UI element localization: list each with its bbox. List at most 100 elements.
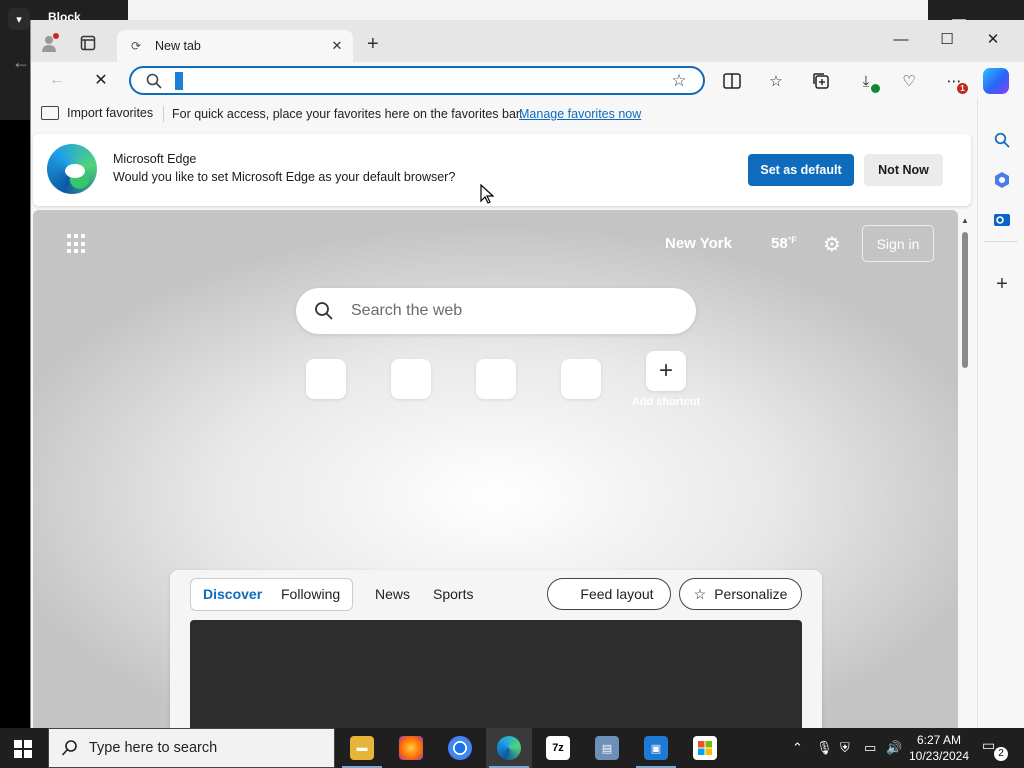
- notification-badge: 1: [957, 83, 968, 94]
- microsoft-store-icon[interactable]: [693, 736, 717, 760]
- settings-gear-icon[interactable]: ⚙: [823, 232, 841, 257]
- shortcut-tile[interactable]: [561, 359, 601, 399]
- volume-icon[interactable]: 🔊: [886, 740, 902, 756]
- notification-center-icon[interactable]: ▭ 2: [982, 737, 1008, 761]
- chevron-down-icon[interactable]: ▾: [8, 8, 30, 30]
- shortcut-tile[interactable]: [391, 359, 431, 399]
- add-sidebar-app-button[interactable]: +: [992, 273, 1012, 295]
- divider: [163, 106, 164, 122]
- web-search-box[interactable]: [296, 288, 696, 334]
- clock-date: 10/23/2024: [908, 749, 970, 763]
- network-icon[interactable]: ▭: [864, 740, 876, 756]
- temperature-unit: °F: [787, 235, 797, 245]
- weather-temperature[interactable]: 58°F: [771, 235, 797, 252]
- taskbar-search-text: Type here to search: [89, 740, 218, 756]
- default-browser-banner: Microsoft Edge Would you like to set Mic…: [33, 134, 971, 206]
- new-tab-button[interactable]: +: [367, 34, 379, 54]
- text-cursor: [175, 72, 183, 90]
- minimize-button[interactable]: —: [881, 26, 921, 52]
- scroll-thumb[interactable]: [962, 232, 968, 368]
- tab-new-tab[interactable]: ⟳ New tab ✕: [117, 30, 353, 62]
- add-shortcut-button[interactable]: +: [646, 351, 686, 391]
- taskbar: Type here to search ▬ 7z ▤ ▣ ⌃ 🎙 ⛨ ▭ 🔊 6…: [0, 728, 1024, 768]
- shortcut-tile[interactable]: [476, 359, 516, 399]
- remote-desktop-icon[interactable]: ▣: [636, 736, 676, 768]
- security-icon[interactable]: ⛨: [840, 740, 850, 756]
- weather-city[interactable]: New York: [665, 235, 732, 252]
- firefox-icon[interactable]: [399, 736, 423, 760]
- new-tab-page: New York 58°F ⚙ Sign in + Add shortcut D…: [33, 210, 958, 730]
- browser-essentials-icon[interactable]: ♡: [898, 70, 920, 92]
- outlook-icon[interactable]: [992, 210, 1012, 230]
- close-tab-icon[interactable]: ✕: [329, 38, 345, 54]
- add-favorite-star-icon[interactable]: ☆: [669, 71, 689, 91]
- shortcut-tile[interactable]: [306, 359, 346, 399]
- microphone-icon[interactable]: 🎙: [816, 740, 833, 756]
- stop-loading-button[interactable]: ✕: [87, 68, 115, 92]
- more-options-icon[interactable]: ⋯ 1: [943, 70, 968, 94]
- page-scrollbar[interactable]: ▲: [958, 210, 972, 730]
- tools-icon[interactable]: [992, 170, 1012, 190]
- not-now-button[interactable]: Not Now: [864, 154, 943, 186]
- web-search-input[interactable]: [351, 300, 651, 322]
- split-screen-icon[interactable]: [721, 70, 743, 92]
- add-shortcut-label: Add shortcut: [631, 396, 701, 408]
- downloads-icon[interactable]: ⤓: [855, 70, 880, 93]
- import-favorites-label: Import favorites: [67, 106, 154, 120]
- address-input[interactable]: [187, 71, 627, 91]
- import-favorites-button[interactable]: Import favorites: [41, 106, 153, 120]
- edge-icon[interactable]: [489, 736, 529, 768]
- import-icon: [41, 106, 59, 120]
- windows-start-icon[interactable]: [14, 740, 32, 758]
- personalize-button[interactable]: ☆ Personalize: [679, 578, 802, 610]
- banner-text: Would you like to set Microsoft Edge as …: [113, 170, 456, 184]
- network-tool-icon[interactable]: ▤: [595, 736, 619, 760]
- tab-news[interactable]: News: [375, 586, 410, 602]
- apps-launcher-icon[interactable]: [67, 234, 87, 254]
- toolbar: ← ✕ ☆ ☆ ⤓ ♡ ⋯ 1: [31, 62, 1024, 98]
- sign-in-button[interactable]: Sign in: [862, 225, 934, 262]
- banner-title: Microsoft Edge: [113, 152, 197, 166]
- address-bar[interactable]: ☆: [129, 66, 705, 95]
- mouse-pointer-icon: [480, 183, 495, 209]
- tab-sports[interactable]: Sports: [433, 586, 473, 602]
- tab-following[interactable]: Following: [281, 586, 340, 602]
- collections-icon[interactable]: [810, 70, 832, 92]
- 7zip-icon[interactable]: 7z: [546, 736, 570, 760]
- copilot-icon[interactable]: [983, 68, 1009, 94]
- edge-sidebar: +: [977, 98, 1024, 730]
- taskbar-clock[interactable]: 6:27 AM 10/23/2024: [906, 732, 972, 764]
- loading-icon: ⟳: [131, 39, 142, 53]
- favorites-icon[interactable]: ☆: [765, 70, 787, 92]
- edge-window: ⟳ New tab ✕ + — ☐ ✕ ← ✕ ☆ ☆ ⤓ ♡ ⋯ 1 Impo…: [30, 20, 1024, 730]
- scroll-up-arrow-icon[interactable]: ▲: [961, 216, 969, 225]
- maximize-button[interactable]: ☐: [927, 26, 967, 52]
- feed-layout-button[interactable]: Feed layout: [547, 578, 671, 610]
- taskbar-search[interactable]: Type here to search: [48, 728, 335, 768]
- show-hidden-icons-chevron-icon[interactable]: ⌃: [792, 740, 803, 756]
- search-icon: [315, 302, 333, 320]
- tab-discover[interactable]: Discover: [203, 586, 262, 602]
- edge-logo-icon: [47, 144, 97, 194]
- background-panel: [0, 120, 30, 730]
- back-button[interactable]: ←: [43, 68, 71, 92]
- favorites-bar: Import favorites For quick access, place…: [31, 98, 975, 130]
- feed-content-area: [190, 620, 802, 730]
- chrome-icon[interactable]: [448, 736, 472, 760]
- title-bar: ⟳ New tab ✕ + — ☐ ✕: [31, 20, 1024, 62]
- clock-time: 6:27 AM: [916, 733, 962, 747]
- search-icon: [61, 740, 77, 756]
- divider: [984, 241, 1018, 242]
- set-as-default-button[interactable]: Set as default: [748, 154, 854, 186]
- file-explorer-icon[interactable]: ▬: [342, 736, 382, 768]
- tab-actions-icon[interactable]: [77, 32, 99, 54]
- search-icon: [146, 73, 162, 89]
- close-window-button[interactable]: ✕: [973, 26, 1013, 52]
- profile-icon[interactable]: [39, 32, 61, 54]
- manage-favorites-link[interactable]: Manage favorites now: [519, 107, 641, 121]
- favorites-bar-message: For quick access, place your favorites h…: [172, 107, 523, 121]
- notification-count: 2: [994, 747, 1008, 761]
- search-icon[interactable]: [992, 130, 1012, 150]
- background-window-titlebar: [128, 0, 928, 22]
- tab-label: New tab: [155, 39, 201, 53]
